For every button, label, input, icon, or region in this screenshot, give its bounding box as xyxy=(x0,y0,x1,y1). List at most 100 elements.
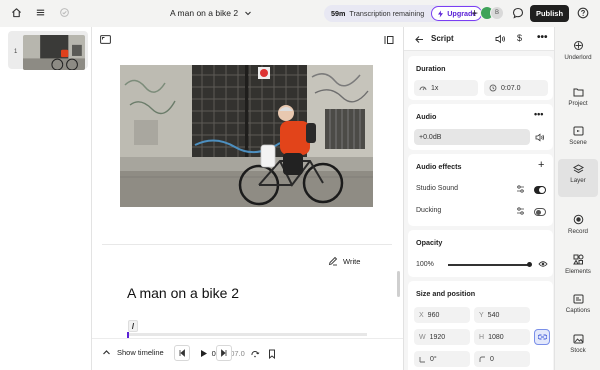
rail-label: Elements xyxy=(565,268,591,275)
h-value: 1080 xyxy=(488,333,504,341)
stock-icon xyxy=(573,334,583,344)
skip-back-button[interactable] xyxy=(174,345,190,361)
opacity-slider[interactable] xyxy=(448,264,530,266)
rail-item-layer[interactable]: Layer xyxy=(558,159,598,197)
rotate-icon xyxy=(419,356,426,363)
home-icon[interactable] xyxy=(11,7,22,18)
opacity-title: Opacity xyxy=(416,238,443,247)
rail-item-underlord[interactable]: Underlord xyxy=(558,35,598,71)
top-bar: A man on a bike 2 59m Transcription rema… xyxy=(0,0,600,27)
ducking-label: Ducking xyxy=(416,207,442,214)
ducking-settings-icon[interactable] xyxy=(516,207,525,215)
gain-value: +0.0dB xyxy=(419,133,442,141)
volume-icon[interactable] xyxy=(495,34,506,44)
gain-field[interactable]: +0.0dB xyxy=(414,129,530,145)
comments-icon[interactable] xyxy=(512,7,524,19)
rotation-field[interactable]: 0° xyxy=(414,351,470,367)
add-effect-icon[interactable]: + xyxy=(538,159,544,171)
dollar-icon[interactable]: $ xyxy=(517,33,522,43)
corner-radius-field[interactable]: 0 xyxy=(474,351,530,367)
eye-icon[interactable] xyxy=(538,260,548,268)
rail-item-record[interactable]: Record xyxy=(558,209,598,245)
properties-panel: Script $ ••• Duration 1x 0:07.0 Audio ••… xyxy=(403,27,555,370)
width-field[interactable]: W 1920 xyxy=(414,329,470,345)
properties-title: Script xyxy=(431,34,454,43)
rail-item-project[interactable]: Project xyxy=(558,82,598,118)
rotation-value: 0° xyxy=(430,355,437,363)
corner-radius-value: 0 xyxy=(490,355,494,363)
script-timeline-bar[interactable] xyxy=(127,333,367,336)
rail-label: Stock xyxy=(570,347,586,354)
opacity-card: Opacity 100% xyxy=(408,230,553,277)
ducking-toggle[interactable] xyxy=(534,208,546,216)
show-timeline-label: Show timeline xyxy=(117,348,164,357)
toggle-panel-icon[interactable] xyxy=(384,35,394,45)
rail-item-captions[interactable]: Captions xyxy=(558,289,598,325)
clock-icon xyxy=(489,84,497,92)
show-timeline-button[interactable]: Show timeline xyxy=(102,348,164,357)
w-value: 1920 xyxy=(429,333,446,341)
sync-status-icon[interactable] xyxy=(59,7,70,18)
corner-radius-icon xyxy=(479,356,486,363)
slash-command[interactable]: / xyxy=(128,320,138,332)
skip-forward-button[interactable] xyxy=(216,345,232,361)
back-arrow-icon[interactable] xyxy=(415,35,424,44)
script-title[interactable]: A man on a bike 2 xyxy=(127,285,239,301)
lock-aspect-button[interactable] xyxy=(534,329,550,345)
rail-label: Record xyxy=(568,228,588,235)
speed-field[interactable]: 1x xyxy=(414,80,478,96)
rail-item-stock[interactable]: Stock xyxy=(558,329,598,365)
y-field[interactable]: Y 540 xyxy=(474,307,530,323)
audio-card: Audio ••• +0.0dB xyxy=(408,104,553,150)
help-icon[interactable] xyxy=(577,7,589,19)
project-title-dropdown[interactable]: A man on a bike 2 xyxy=(170,8,252,18)
length-field[interactable]: 0:07.0 xyxy=(484,80,548,96)
playback-bar: Show timeline 0:00.0/0:07.0 xyxy=(92,338,403,370)
lightning-icon xyxy=(437,10,444,18)
publish-button[interactable]: Publish xyxy=(530,5,569,22)
chevron-up-icon xyxy=(102,348,111,357)
duration-card: Duration 1x 0:07.0 xyxy=(408,56,553,100)
video-frame[interactable] xyxy=(120,65,373,207)
more-options-icon[interactable]: ••• xyxy=(537,32,548,43)
scene-number: 1 xyxy=(14,49,18,55)
add-collaborator-icon[interactable]: + xyxy=(471,6,478,20)
play-button[interactable] xyxy=(195,345,211,361)
right-tool-rail: Underlord Project Scene Layer Record Ele… xyxy=(554,27,600,370)
scene-item[interactable]: 1 xyxy=(8,31,88,70)
loop-icon[interactable] xyxy=(250,349,260,359)
height-field[interactable]: H 1080 xyxy=(474,329,530,345)
bookmark-icon[interactable] xyxy=(268,349,276,359)
studio-sound-toggle[interactable] xyxy=(534,186,546,194)
w-label: W xyxy=(419,333,426,341)
collaborators[interactable]: + B xyxy=(471,6,505,20)
editor-canvas: Write A man on a bike 2 / xyxy=(92,27,403,370)
underlord-icon xyxy=(573,41,583,50)
rail-label: Scene xyxy=(569,139,587,146)
studio-sound-settings-icon[interactable] xyxy=(516,185,525,193)
h-label: H xyxy=(479,333,485,341)
write-label: Write xyxy=(343,256,361,266)
speedometer-icon xyxy=(419,84,427,92)
aspect-ratio-icon[interactable] xyxy=(100,35,111,44)
opacity-slider-handle[interactable] xyxy=(527,262,532,267)
scrollbar[interactable] xyxy=(397,271,400,297)
y-label: Y xyxy=(479,311,484,319)
rail-item-elements[interactable]: Elements xyxy=(558,249,598,285)
x-field[interactable]: X 960 xyxy=(414,307,470,323)
scene-icon xyxy=(573,126,583,136)
chevron-down-icon xyxy=(244,9,252,17)
rail-label: Underlord xyxy=(564,54,592,61)
menu-icon[interactable] xyxy=(35,7,46,18)
speaker-icon[interactable] xyxy=(535,133,545,142)
write-button[interactable]: Write xyxy=(328,256,360,266)
audio-more-icon[interactable]: ••• xyxy=(534,109,543,119)
top-bar-left-controls xyxy=(11,7,70,18)
folder-icon xyxy=(573,88,583,97)
size-position-title: Size and position xyxy=(416,289,476,298)
scene-thumbnail xyxy=(23,35,85,70)
transcription-status: 59m Transcription remaining Upgrade xyxy=(324,5,483,22)
record-icon xyxy=(573,214,583,225)
length-value: 0:07.0 xyxy=(501,84,521,92)
rail-item-scene[interactable]: Scene xyxy=(558,121,598,157)
